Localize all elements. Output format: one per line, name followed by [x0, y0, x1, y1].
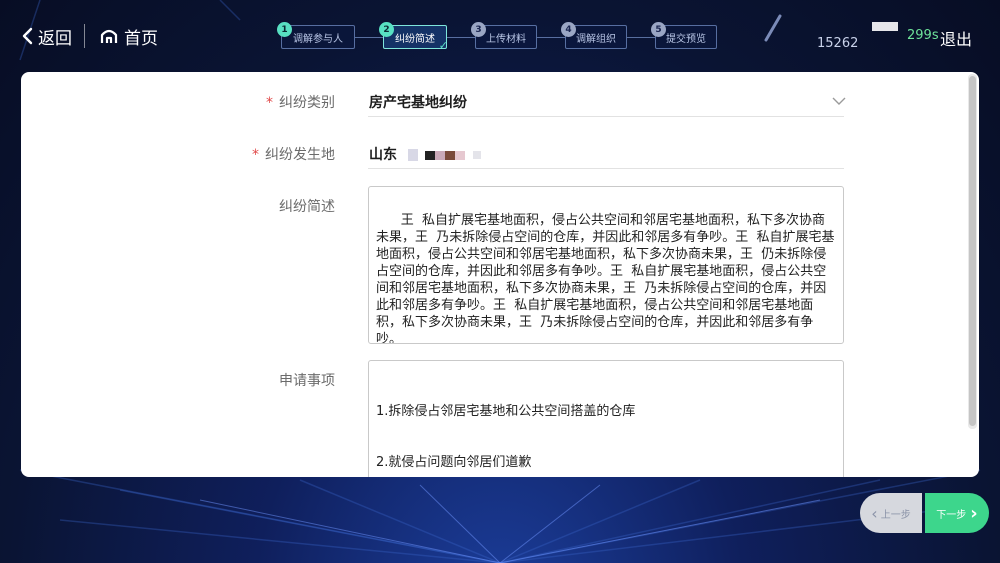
top-bar: 返回 首页 1 调解参与人 2 纠纷简述 ✓ 3 上传材料 4 调解组织 5 提…	[0, 0, 1000, 70]
next-label: 下一步	[936, 509, 967, 521]
countdown-timer: 299s	[907, 28, 939, 43]
required-mark: *	[266, 95, 273, 111]
scrollbar[interactable]	[968, 74, 977, 429]
request-textarea[interactable]: 1.拆除侵占邻居宅基地和公共空间搭盖的仓库 2.就侵占问题向邻居们道歉	[368, 360, 844, 477]
prev-step-button[interactable]: ‹ 上一步	[860, 493, 922, 533]
form-card: * 纠纷类别 房产宅基地纠纷 * 纠纷发生地 山东 纠纷简述 王 私自扩展宅基地面积…	[21, 72, 979, 477]
location-underline	[368, 168, 844, 169]
logout-button[interactable]: 退出	[940, 26, 972, 50]
location-input[interactable]: 山东	[369, 144, 481, 164]
step-number: 5	[651, 22, 666, 37]
home-label: 首页	[124, 28, 158, 49]
chevron-right-icon: ›	[970, 502, 978, 524]
location-value: 山东	[369, 147, 397, 163]
request-label: 申请事项	[279, 373, 335, 389]
step-label: 提交预览	[666, 33, 706, 45]
step-connector	[447, 37, 475, 38]
location-label: * 纠纷发生地	[252, 144, 335, 164]
back-button[interactable]: 返回	[20, 22, 72, 50]
step-connector	[627, 37, 655, 38]
step-label: 纠纷简述	[395, 33, 435, 45]
step-3[interactable]: 3 上传材料	[471, 22, 537, 49]
required-mark: *	[252, 147, 259, 163]
home-icon	[100, 29, 118, 43]
step-2[interactable]: 2 纠纷简述 ✓	[379, 22, 448, 52]
avatar	[872, 22, 898, 31]
request-line-1: 1.拆除侵占邻居宅基地和公共空间搭盖的仓库	[376, 404, 636, 419]
step-connector	[355, 37, 383, 38]
back-label: 返回	[38, 28, 72, 49]
summary-text: 王 私自扩展宅基地面积，侵占公共空间和邻居宅基地面积，私下多次协商未果，王 乃未…	[376, 213, 835, 344]
summary-textarea[interactable]: 王 私自扩展宅基地面积，侵占公共空间和邻居宅基地面积，私下多次协商未果，王 乃未…	[368, 186, 844, 344]
redacted-mark	[472, 151, 481, 159]
category-underline	[368, 116, 844, 117]
request-line-2: 2.就侵占问题向邻居们道歉	[376, 455, 532, 470]
step-label: 调解参与人	[293, 33, 343, 45]
home-button[interactable]: 首页	[100, 22, 158, 50]
category-select[interactable]: 房产宅基地纠纷	[369, 92, 467, 112]
step-number: 1	[277, 22, 292, 37]
step-1[interactable]: 1 调解参与人	[277, 22, 355, 49]
step-number: 2	[379, 22, 394, 37]
category-label: * 纠纷类别	[266, 92, 335, 112]
brush-icon	[764, 14, 782, 42]
prev-label: 上一步	[880, 509, 911, 521]
step-number: 3	[471, 22, 486, 37]
chevron-left-icon	[22, 27, 33, 45]
summary-label: 纠纷简述	[279, 199, 335, 215]
step-connector	[537, 37, 565, 38]
check-icon: ✓	[438, 39, 448, 52]
location-label-text: 纠纷发生地	[265, 147, 335, 163]
chevron-down-icon[interactable]	[832, 96, 846, 106]
step-label: 上传材料	[486, 33, 526, 45]
step-number: 4	[561, 22, 576, 37]
scrollbar-thumb[interactable]	[969, 76, 976, 426]
step-5[interactable]: 5 提交预览	[651, 22, 717, 49]
header-divider	[84, 24, 85, 48]
redacted-mark	[424, 150, 465, 160]
step-4[interactable]: 4 调解组织	[561, 22, 627, 49]
next-step-button[interactable]: 下一步 ›	[925, 493, 989, 533]
chevron-left-icon: ‹	[871, 503, 878, 523]
user-id: 15262	[817, 36, 859, 51]
category-label-text: 纠纷类别	[279, 95, 335, 111]
redacted-mark	[407, 149, 418, 161]
step-label: 调解组织	[576, 33, 616, 45]
